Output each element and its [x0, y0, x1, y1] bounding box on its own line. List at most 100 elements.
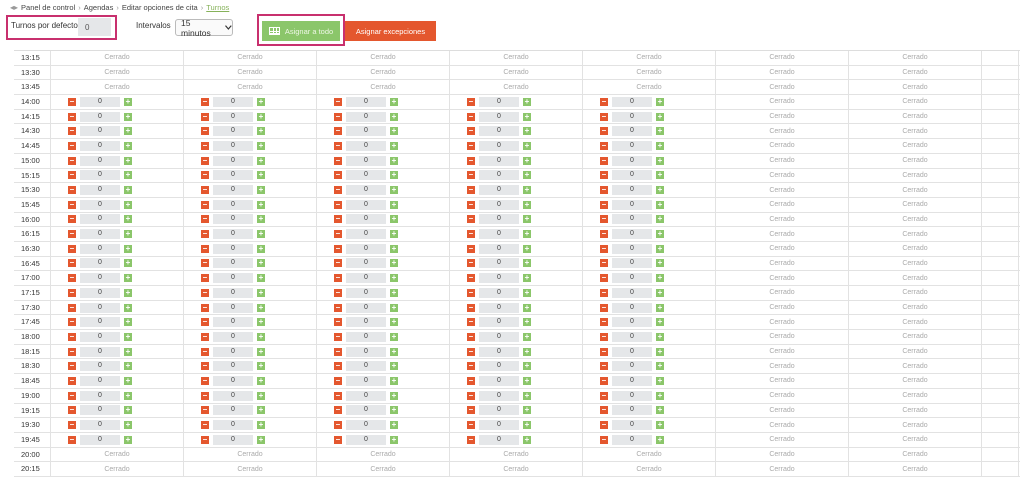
shift-count-field[interactable]: 0 [213, 287, 253, 298]
shift-count-field[interactable]: 0 [80, 434, 120, 445]
plus-icon[interactable]: + [390, 406, 398, 415]
minus-icon[interactable]: – [600, 244, 608, 253]
shift-count-field[interactable]: 0 [213, 361, 253, 372]
minus-icon[interactable]: – [600, 435, 608, 444]
minus-icon[interactable]: – [334, 259, 342, 268]
shift-count-field[interactable]: 0 [612, 302, 652, 313]
shift-count-field[interactable]: 0 [346, 199, 386, 210]
minus-icon[interactable]: – [334, 97, 342, 106]
minus-icon[interactable]: – [334, 244, 342, 253]
plus-icon[interactable]: + [257, 318, 265, 327]
shift-count-field[interactable]: 0 [346, 346, 386, 357]
minus-icon[interactable]: – [467, 97, 475, 106]
minus-icon[interactable]: – [467, 156, 475, 165]
shift-count-field[interactable]: 0 [213, 243, 253, 254]
minus-icon[interactable]: – [334, 435, 342, 444]
shift-count-field[interactable]: 0 [213, 185, 253, 196]
minus-icon[interactable]: – [68, 318, 76, 327]
plus-icon[interactable]: + [124, 244, 132, 253]
minus-icon[interactable]: – [68, 200, 76, 209]
minus-icon[interactable]: – [334, 376, 342, 385]
breadcrumb-item-agendas[interactable]: Agendas [84, 3, 114, 12]
plus-icon[interactable]: + [124, 391, 132, 400]
shift-count-field[interactable]: 0 [612, 243, 652, 254]
plus-icon[interactable]: + [656, 332, 664, 341]
minus-icon[interactable]: – [467, 259, 475, 268]
minus-icon[interactable]: – [68, 215, 76, 224]
plus-icon[interactable]: + [390, 244, 398, 253]
minus-icon[interactable]: – [467, 141, 475, 150]
minus-icon[interactable]: – [201, 303, 209, 312]
plus-icon[interactable]: + [124, 200, 132, 209]
plus-icon[interactable]: + [523, 332, 531, 341]
plus-icon[interactable]: + [124, 127, 132, 136]
plus-icon[interactable]: + [390, 230, 398, 239]
shift-count-field[interactable]: 0 [213, 317, 253, 328]
plus-icon[interactable]: + [523, 215, 531, 224]
shift-count-field[interactable]: 0 [213, 405, 253, 416]
shift-count-field[interactable]: 0 [213, 170, 253, 181]
shift-count-field[interactable]: 0 [612, 346, 652, 357]
minus-icon[interactable]: – [467, 215, 475, 224]
breadcrumb-item-current[interactable]: Turnos [206, 3, 229, 12]
plus-icon[interactable]: + [257, 362, 265, 371]
plus-icon[interactable]: + [124, 421, 132, 430]
plus-icon[interactable]: + [656, 391, 664, 400]
shift-count-field[interactable]: 0 [612, 390, 652, 401]
plus-icon[interactable]: + [124, 171, 132, 180]
shift-count-field[interactable]: 0 [80, 229, 120, 240]
shift-count-field[interactable]: 0 [479, 229, 519, 240]
shift-count-field[interactable]: 0 [479, 243, 519, 254]
assign-all-button[interactable]: Asignar a todo [262, 21, 340, 41]
plus-icon[interactable]: + [656, 362, 664, 371]
shift-count-field[interactable]: 0 [213, 155, 253, 166]
minus-icon[interactable]: – [334, 406, 342, 415]
minus-icon[interactable]: – [201, 376, 209, 385]
plus-icon[interactable]: + [656, 230, 664, 239]
plus-icon[interactable]: + [523, 141, 531, 150]
minus-icon[interactable]: – [600, 127, 608, 136]
plus-icon[interactable]: + [257, 259, 265, 268]
minus-icon[interactable]: – [68, 391, 76, 400]
shift-count-field[interactable]: 0 [80, 331, 120, 342]
plus-icon[interactable]: + [523, 406, 531, 415]
plus-icon[interactable]: + [124, 435, 132, 444]
minus-icon[interactable]: – [600, 141, 608, 150]
minus-icon[interactable]: – [467, 376, 475, 385]
shift-count-field[interactable]: 0 [612, 126, 652, 137]
minus-icon[interactable]: – [600, 288, 608, 297]
shift-count-field[interactable]: 0 [479, 111, 519, 122]
minus-icon[interactable]: – [467, 391, 475, 400]
plus-icon[interactable]: + [124, 156, 132, 165]
minus-icon[interactable]: – [201, 244, 209, 253]
shift-count-field[interactable]: 0 [479, 434, 519, 445]
minus-icon[interactable]: – [201, 332, 209, 341]
shift-count-field[interactable]: 0 [479, 361, 519, 372]
minus-icon[interactable]: – [467, 406, 475, 415]
shift-count-field[interactable]: 0 [346, 434, 386, 445]
plus-icon[interactable]: + [257, 215, 265, 224]
plus-icon[interactable]: + [124, 230, 132, 239]
shift-count-field[interactable]: 0 [612, 317, 652, 328]
shift-count-field[interactable]: 0 [479, 346, 519, 357]
shift-count-field[interactable]: 0 [612, 185, 652, 196]
minus-icon[interactable]: – [467, 171, 475, 180]
plus-icon[interactable]: + [656, 347, 664, 356]
plus-icon[interactable]: + [390, 186, 398, 195]
minus-icon[interactable]: – [600, 332, 608, 341]
shift-count-field[interactable]: 0 [346, 273, 386, 284]
shift-count-field[interactable]: 0 [479, 331, 519, 342]
shift-count-field[interactable]: 0 [346, 258, 386, 269]
plus-icon[interactable]: + [124, 376, 132, 385]
shift-count-field[interactable]: 0 [80, 361, 120, 372]
minus-icon[interactable]: – [600, 421, 608, 430]
plus-icon[interactable]: + [257, 376, 265, 385]
minus-icon[interactable]: – [68, 156, 76, 165]
shift-count-field[interactable]: 0 [80, 111, 120, 122]
minus-icon[interactable]: – [201, 347, 209, 356]
shift-count-field[interactable]: 0 [80, 420, 120, 431]
minus-icon[interactable]: – [467, 244, 475, 253]
minus-icon[interactable]: – [600, 186, 608, 195]
shift-count-field[interactable]: 0 [80, 126, 120, 137]
minus-icon[interactable]: – [201, 156, 209, 165]
